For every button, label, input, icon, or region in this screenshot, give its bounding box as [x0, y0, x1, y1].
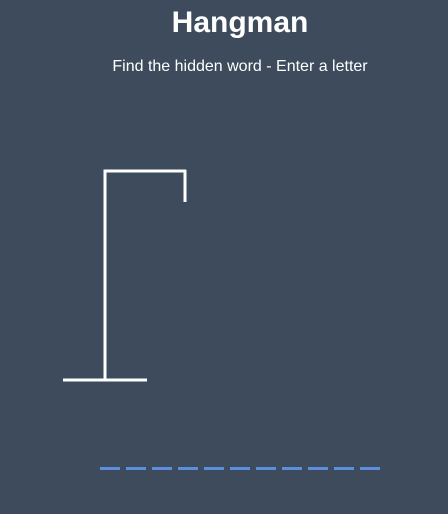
letter-slot — [360, 467, 380, 470]
letter-slot — [282, 467, 302, 470]
letter-slot — [308, 467, 328, 470]
letter-slot — [100, 467, 120, 470]
letter-slot — [126, 467, 146, 470]
letter-slot — [334, 467, 354, 470]
letter-slot — [204, 467, 224, 470]
hidden-word — [100, 467, 380, 470]
letter-slot — [230, 467, 250, 470]
letter-slot — [178, 467, 198, 470]
hangman-page: Hangman Find the hidden word - Enter a l… — [0, 0, 448, 514]
letter-slot — [256, 467, 276, 470]
letter-slot — [152, 467, 172, 470]
gallows-drawing — [63, 169, 187, 382]
